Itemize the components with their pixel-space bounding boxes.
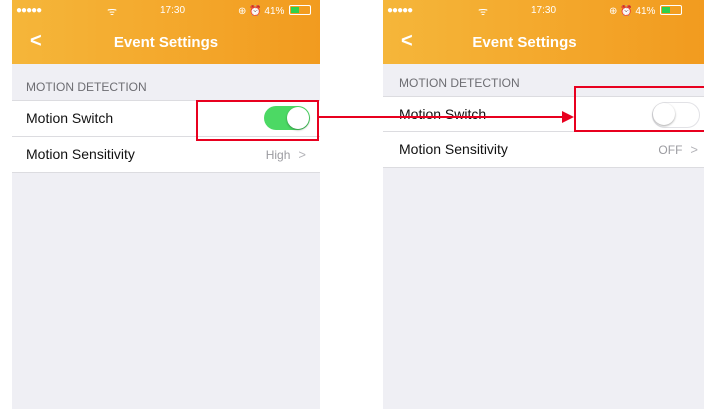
arrow-head-icon <box>562 111 574 123</box>
motion-sensitivity-row[interactable]: Motion Sensitivity OFF > <box>383 131 704 168</box>
phone-screen-after: ●●●●● ᯤ 17:30 ⊕ ⏰ 41% < Event Settings M… <box>383 0 704 409</box>
page-title: Event Settings <box>113 34 219 51</box>
motion-sensitivity-label: Motion Sensitivity <box>399 141 508 157</box>
motion-sensitivity-value-wrap: OFF > <box>658 142 698 157</box>
battery-icon <box>660 5 683 15</box>
section-header: MOTION DETECTION <box>26 80 147 94</box>
status-right-icons: ⊕ ⏰ 41% <box>238 5 312 17</box>
status-time: 17:30 <box>531 5 557 16</box>
highlight-box-left <box>196 100 319 141</box>
arrow-line <box>319 116 564 118</box>
motion-sensitivity-value-wrap: High > <box>266 147 306 162</box>
status-right-icons: ⊕ ⏰ 41% <box>609 5 683 17</box>
status-icons-text: ⊕ ⏰ 41% <box>238 6 285 17</box>
battery-icon <box>289 5 312 15</box>
status-bar: ●●●●● ᯤ 17:30 ⊕ ⏰ 41% <box>383 0 704 22</box>
status-bar: ●●●●● ᯤ 17:30 ⊕ ⏰ 41% <box>12 0 320 22</box>
motion-sensitivity-label: Motion Sensitivity <box>26 146 135 162</box>
highlight-box-right <box>574 86 704 132</box>
signal-icon: ●●●●● <box>16 5 42 16</box>
page-title: Event Settings <box>472 34 577 51</box>
motion-switch-label: Motion Switch <box>26 110 114 126</box>
chevron-right-icon: > <box>298 147 306 162</box>
phone-screen-before: ●●●●● ᯤ 17:30 ⊕ ⏰ 41% < Event Settings M… <box>12 0 320 409</box>
motion-sensitivity-row[interactable]: Motion Sensitivity High > <box>12 136 320 173</box>
motion-sensitivity-value: OFF <box>658 143 683 157</box>
wifi-icon: ᯤ <box>107 6 118 18</box>
signal-icon: ●●●●● <box>387 5 413 16</box>
status-time: 17:30 <box>160 5 186 16</box>
wifi-icon: ᯤ <box>478 6 489 18</box>
section-header: MOTION DETECTION <box>399 76 520 90</box>
motion-sensitivity-value: High <box>265 148 291 162</box>
chevron-right-icon: > <box>690 142 698 157</box>
motion-switch-label: Motion Switch <box>399 106 487 122</box>
navigation-bar: < Event Settings <box>12 22 320 64</box>
navigation-bar: < Event Settings <box>383 22 704 64</box>
status-icons-text: ⊕ ⏰ 41% <box>609 6 656 17</box>
